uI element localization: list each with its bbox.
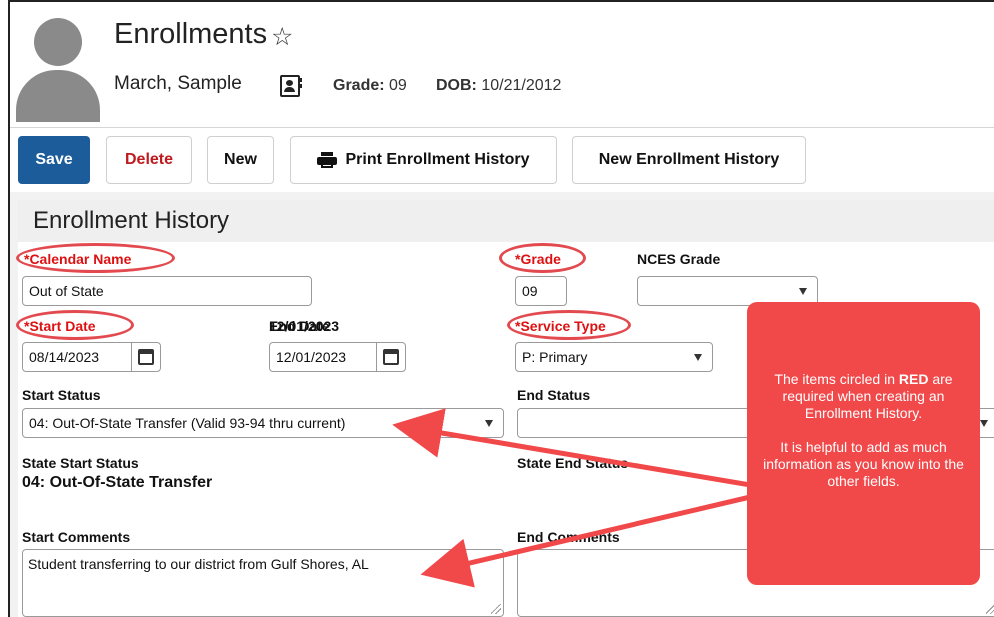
chevron-down-icon xyxy=(980,420,988,427)
start-status-select[interactable]: 04: Out-Of-State Transfer (Valid 93-94 t… xyxy=(22,408,504,438)
end-date-label: End Date xyxy=(269,318,330,334)
new-button[interactable]: New xyxy=(207,136,274,184)
service-type-value: P: Primary xyxy=(522,349,588,365)
start-date-field[interactable]: 08/14/2023 xyxy=(22,342,132,372)
chevron-down-icon xyxy=(694,354,702,361)
start-status-label: Start Status xyxy=(22,387,101,403)
star-icon[interactable]: ☆ xyxy=(271,22,293,52)
printer-icon xyxy=(317,152,338,168)
calendar-icon xyxy=(383,349,399,365)
service-type-select[interactable]: P: Primary xyxy=(515,342,713,372)
toolbar-divider xyxy=(10,127,994,128)
end-date-calendar-button[interactable] xyxy=(376,342,406,372)
calendar-name-field[interactable]: Out of State xyxy=(22,276,312,306)
nces-grade-label: NCES Grade xyxy=(637,251,721,267)
callout-helpful-note: It is helpful to add as much information… xyxy=(763,439,964,489)
state-start-status-label: State Start Status xyxy=(22,455,139,471)
page-title: Enrollments xyxy=(114,18,268,50)
start-comments-textarea[interactable]: Student transferring to our district fro… xyxy=(22,549,504,617)
instruction-callout: The items circled in RED are required wh… xyxy=(747,302,980,585)
student-name: March, Sample xyxy=(114,73,242,94)
required-highlight-ring xyxy=(16,243,175,273)
required-highlight-ring xyxy=(499,243,586,273)
required-highlight-ring xyxy=(507,310,631,340)
print-enrollment-history-label: Print Enrollment History xyxy=(345,151,530,168)
end-date-field[interactable]: 12/01/2023 xyxy=(269,342,378,372)
chevron-down-icon xyxy=(799,288,807,295)
calendar-icon xyxy=(138,349,154,365)
chevron-down-icon xyxy=(485,420,493,427)
start-comments-label: Start Comments xyxy=(22,529,131,545)
end-status-label: End Status xyxy=(517,387,591,403)
grade-info: Grade: 09 xyxy=(333,77,407,95)
end-comments-label: End Comments xyxy=(517,529,620,545)
dob-label: DOB: xyxy=(436,77,477,94)
required-highlight-ring xyxy=(16,310,134,340)
contact-card-icon[interactable] xyxy=(280,75,300,97)
new-enrollment-history-button[interactable]: New Enrollment History xyxy=(572,136,806,184)
window-frame-top xyxy=(8,0,994,2)
state-start-status-value: 04: Out-Of-State Transfer xyxy=(22,474,213,491)
grade-value: 09 xyxy=(389,77,407,94)
section-title: Enrollment History xyxy=(33,207,230,234)
grade-field[interactable]: 09 xyxy=(515,276,567,306)
grade-label: Grade: xyxy=(333,77,385,94)
resize-handle-icon[interactable] xyxy=(986,604,994,614)
print-enrollment-history-button[interactable]: Print Enrollment History xyxy=(290,136,557,184)
state-end-status-label: State End Status xyxy=(517,455,629,471)
delete-button[interactable]: Delete xyxy=(106,136,192,184)
start-comments-value: Student transferring to our district fro… xyxy=(28,556,369,572)
resize-handle-icon[interactable] xyxy=(491,604,501,614)
save-button[interactable]: Save xyxy=(18,136,90,184)
dob-info: DOB: 10/21/2012 xyxy=(436,77,561,95)
start-status-value: 04: Out-Of-State Transfer (Valid 93-94 t… xyxy=(29,415,346,431)
avatar xyxy=(16,14,100,122)
callout-required-note: The items circled in RED are required wh… xyxy=(774,371,953,421)
start-date-calendar-button[interactable] xyxy=(131,342,161,372)
contact-card-icon-tabs xyxy=(300,78,302,82)
dob-value: 10/21/2012 xyxy=(481,77,562,94)
